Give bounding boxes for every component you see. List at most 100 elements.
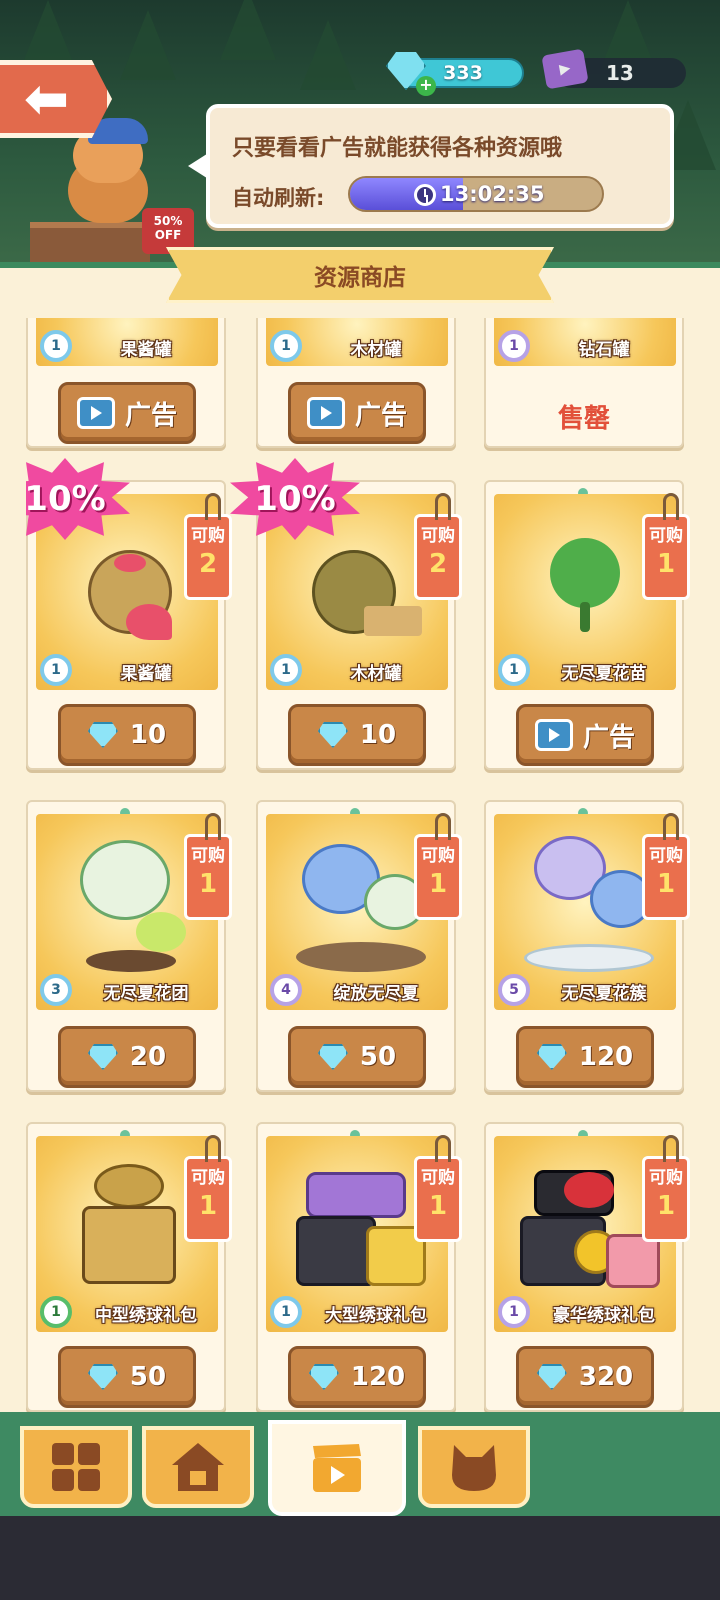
price: 50 (359, 1042, 397, 1072)
gem-icon (87, 1364, 118, 1390)
available-tag: 可购 1 (184, 1135, 232, 1242)
shop-card: 1 果酱罐 广告 (26, 318, 226, 448)
shop-card: 3 无尽夏花团 可购 1 20 (26, 800, 232, 1092)
item-name: 豪华绣球礼包 (553, 1306, 655, 1326)
refresh-timer: 13:02:35 (440, 182, 545, 206)
tree-decoration (20, 0, 76, 70)
buy-button[interactable]: 320 (516, 1346, 654, 1408)
ticket-count: 13 (606, 61, 634, 85)
price: 320 (578, 1362, 634, 1392)
buy-button[interactable]: 20 (58, 1026, 196, 1088)
gift-bow-image (94, 1164, 164, 1208)
available-label: 可购 (191, 526, 225, 546)
tv-icon (534, 719, 573, 751)
nav-tab-pets[interactable] (418, 1426, 530, 1508)
clapper-icon (313, 1444, 361, 1492)
watch-ad-button[interactable]: 广告 (58, 382, 196, 444)
gem-icon (308, 1364, 339, 1390)
available-label: 可购 (649, 846, 683, 866)
tree-decoration (120, 10, 176, 80)
seedling-image (550, 538, 620, 608)
ad-label: 广告 (124, 400, 177, 431)
available-tag: 可购 1 (642, 813, 690, 920)
gift-box-image (82, 1206, 176, 1284)
gem-counter[interactable]: + 333 (386, 52, 524, 96)
item-name: 中型绣球礼包 (95, 1306, 197, 1326)
hydrangea-bud-image (136, 912, 186, 952)
buy-button[interactable]: 50 (58, 1346, 196, 1408)
item-name: 大型绣球礼包 (325, 1306, 427, 1326)
shop-title-ribbon: 资源商店 (166, 247, 554, 303)
available-tag: 可购 2 (414, 493, 462, 600)
clock-icon (414, 184, 436, 206)
buy-button[interactable]: 10 (288, 704, 426, 766)
shop-card: 1 无尽夏花苗 可购 1 广告 (484, 480, 690, 770)
buy-button[interactable]: 10 (58, 704, 196, 766)
buy-button[interactable]: 120 (288, 1346, 426, 1408)
gem-count: 333 (443, 62, 483, 84)
stone-bed-image (524, 944, 654, 972)
available-tag: 可购 1 (642, 493, 690, 600)
watch-ad-button[interactable]: 广告 (288, 382, 426, 444)
ad-label: 广告 (582, 722, 635, 753)
available-count: 2 (198, 549, 218, 579)
nav-tab-grid[interactable] (20, 1426, 132, 1508)
shop-card: 1 大型绣球礼包 可购 1 120 (256, 1122, 462, 1412)
available-count: 1 (656, 549, 676, 579)
item-name: 绽放无尽夏 (333, 984, 419, 1004)
available-label: 可购 (421, 526, 455, 546)
jam-image (114, 554, 146, 572)
tv-icon (306, 397, 345, 429)
item-name: 果酱罐 (120, 664, 172, 684)
available-label: 可购 (191, 1168, 225, 1188)
shop-card: 1 木材罐 广告 (256, 318, 456, 448)
available-count: 1 (656, 1191, 676, 1221)
available-tag: 可购 2 (184, 493, 232, 600)
available-count: 1 (198, 869, 218, 899)
item-name: 木材罐 (350, 340, 402, 360)
available-tag: 可购 1 (414, 813, 462, 920)
watch-ad-button[interactable]: 广告 (516, 704, 654, 766)
gem-icon (536, 1364, 567, 1390)
grid-icon (52, 1443, 100, 1491)
tv-icon (76, 397, 115, 429)
available-tag: 可购 1 (414, 1135, 462, 1242)
house-icon (172, 1443, 224, 1491)
available-count: 1 (428, 1191, 448, 1221)
available-tag: 可购 1 (184, 813, 232, 920)
shop-grid: 1 果酱罐 广告 1 木材罐 广告 1 钻石罐 售罄 1 果酱罐 可购 2 10… (26, 318, 696, 1412)
shop-card: 1 钻石罐 售罄 (484, 318, 684, 448)
available-tag: 可购 1 (642, 1135, 690, 1242)
gift-box-image (296, 1216, 376, 1286)
speech-bubble: 只要看看广告就能获得各种资源哦 自动刷新: 13:02:35 (188, 104, 674, 228)
bottom-edge (0, 1516, 720, 1600)
gem-icon (87, 1044, 118, 1070)
available-count: 1 (428, 869, 448, 899)
shop-card: 5 无尽夏花簇 可购 1 120 (484, 800, 690, 1092)
shop-card: 1 豪华绣球礼包 可购 1 320 (484, 1122, 690, 1412)
nav-tab-ads-shop[interactable] (268, 1420, 406, 1516)
back-button[interactable]: ⬅ (0, 60, 112, 138)
sold-out-label: 售罄 (557, 404, 610, 434)
available-label: 可购 (649, 526, 683, 546)
buy-button[interactable]: 120 (516, 1026, 654, 1088)
seedling-stem (580, 602, 590, 632)
gem-icon (317, 722, 348, 748)
item-name: 木材罐 (350, 664, 402, 684)
buy-button[interactable]: 50 (288, 1026, 426, 1088)
wood-plank-image (364, 606, 422, 636)
nav-tab-home[interactable] (142, 1426, 254, 1508)
item-name: 果酱罐 (120, 340, 172, 360)
tree-decoration (300, 20, 356, 90)
ad-label: 广告 (354, 400, 407, 431)
price: 120 (350, 1362, 406, 1392)
refresh-label: 自动刷新: (232, 186, 325, 210)
hydrangea-white-image (80, 840, 170, 920)
item-name: 无尽夏花苗 (561, 664, 647, 684)
available-label: 可购 (649, 1168, 683, 1188)
gem-icon (536, 1044, 567, 1070)
available-label: 可购 (421, 1168, 455, 1188)
item-name: 钻石罐 (578, 340, 630, 360)
tree-decoration (220, 0, 276, 60)
gift-lid-image (306, 1172, 406, 1218)
